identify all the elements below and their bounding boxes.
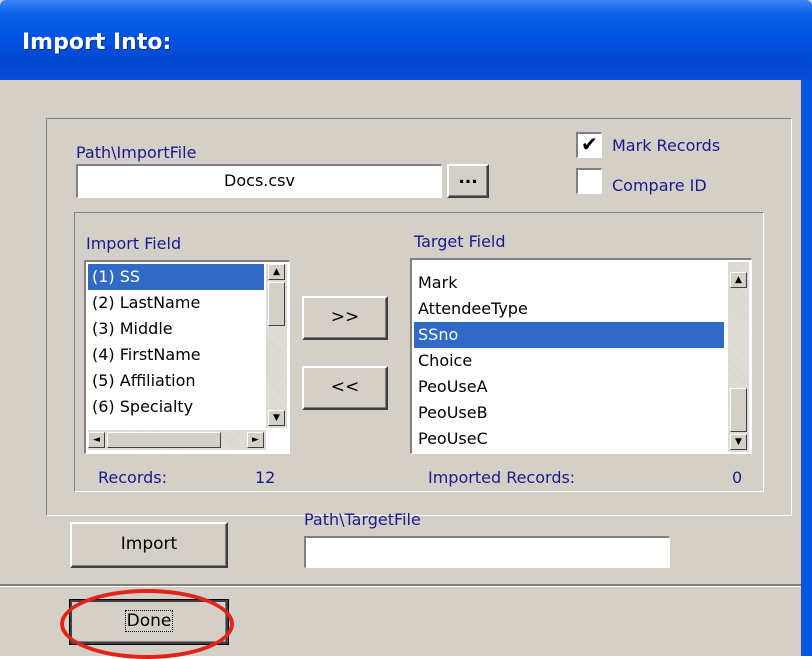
list-item[interactable]: PeoUseC: [414, 426, 724, 452]
import-dialog: Import Into: Path\ImportFile Docs.csv ..…: [0, 0, 812, 659]
target-list-vscrollbar[interactable]: ▲ ▼: [728, 262, 749, 452]
list-item[interactable]: PeoUseB: [414, 400, 724, 426]
list-item[interactable]: (1) SS: [88, 264, 264, 290]
records-count: 12: [255, 468, 276, 487]
imported-records-label: Imported Records:: [428, 468, 576, 487]
list-item[interactable]: (5) Affiliation: [88, 368, 264, 394]
checkmark-icon: ✔: [581, 132, 598, 156]
scroll-down-icon[interactable]: ▼: [268, 410, 285, 426]
mark-records-checkbox[interactable]: ✔: [576, 132, 602, 158]
list-item[interactable]: Choice: [414, 348, 724, 374]
records-label: Records:: [98, 468, 168, 487]
scroll-right-icon[interactable]: ►: [247, 432, 264, 448]
scroll-up-icon[interactable]: ▲: [268, 264, 285, 280]
list-item[interactable]: Mark: [414, 270, 724, 296]
import-list-vscrollbar[interactable]: ▲ ▼: [266, 264, 287, 428]
path-import-field[interactable]: Docs.csv: [76, 164, 442, 198]
list-item[interactable]: (4) FirstName: [88, 342, 264, 368]
list-item[interactable]: (6) Specialty: [88, 394, 264, 420]
import-button[interactable]: Import: [70, 522, 228, 568]
window-title: Import Into:: [22, 30, 172, 55]
list-item[interactable]: AttendeeType: [414, 296, 724, 322]
path-import-value: Docs.csv: [224, 171, 295, 190]
list-item[interactable]: (2) LastName: [88, 290, 264, 316]
divider: [0, 586, 801, 587]
compare-id-checkbox[interactable]: [576, 168, 602, 194]
add-field-button[interactable]: >>: [302, 296, 388, 340]
target-field-label: Target Field: [414, 232, 506, 251]
scroll-up-icon[interactable]: ▲: [730, 272, 747, 288]
imported-records-count: 0: [732, 468, 743, 487]
list-item[interactable]: SSno: [414, 322, 724, 348]
window-frame-right: [801, 80, 812, 656]
scroll-thumb[interactable]: [730, 388, 747, 432]
path-target-label: Path\TargetFile: [304, 510, 421, 529]
list-item[interactable]: PeoUseA: [414, 374, 724, 400]
scroll-down-icon[interactable]: ▼: [730, 434, 747, 450]
path-target-field[interactable]: [304, 536, 670, 568]
import-field-label: Import Field: [86, 234, 182, 253]
scroll-thumb[interactable]: [268, 282, 285, 326]
target-field-list[interactable]: Mark AttendeeType SSno Choice PeoUseA Pe…: [410, 258, 752, 454]
browse-button[interactable]: ...: [447, 164, 489, 198]
highlight-circle: [60, 589, 234, 659]
list-item[interactable]: (3) Middle: [88, 316, 264, 342]
compare-id-label: Compare ID: [612, 176, 707, 195]
hscroll-thumb[interactable]: [107, 432, 221, 448]
scroll-left-icon[interactable]: ◄: [88, 432, 105, 448]
mark-records-label: Mark Records: [612, 136, 721, 155]
title-bar[interactable]: Import Into:: [0, 0, 812, 80]
remove-field-button[interactable]: <<: [302, 366, 388, 410]
import-list-hscrollbar[interactable]: ◄ ►: [88, 430, 266, 450]
path-import-label: Path\ImportFile: [76, 143, 197, 162]
import-field-list[interactable]: (1) SS (2) LastName (3) Middle (4) First…: [84, 260, 290, 454]
